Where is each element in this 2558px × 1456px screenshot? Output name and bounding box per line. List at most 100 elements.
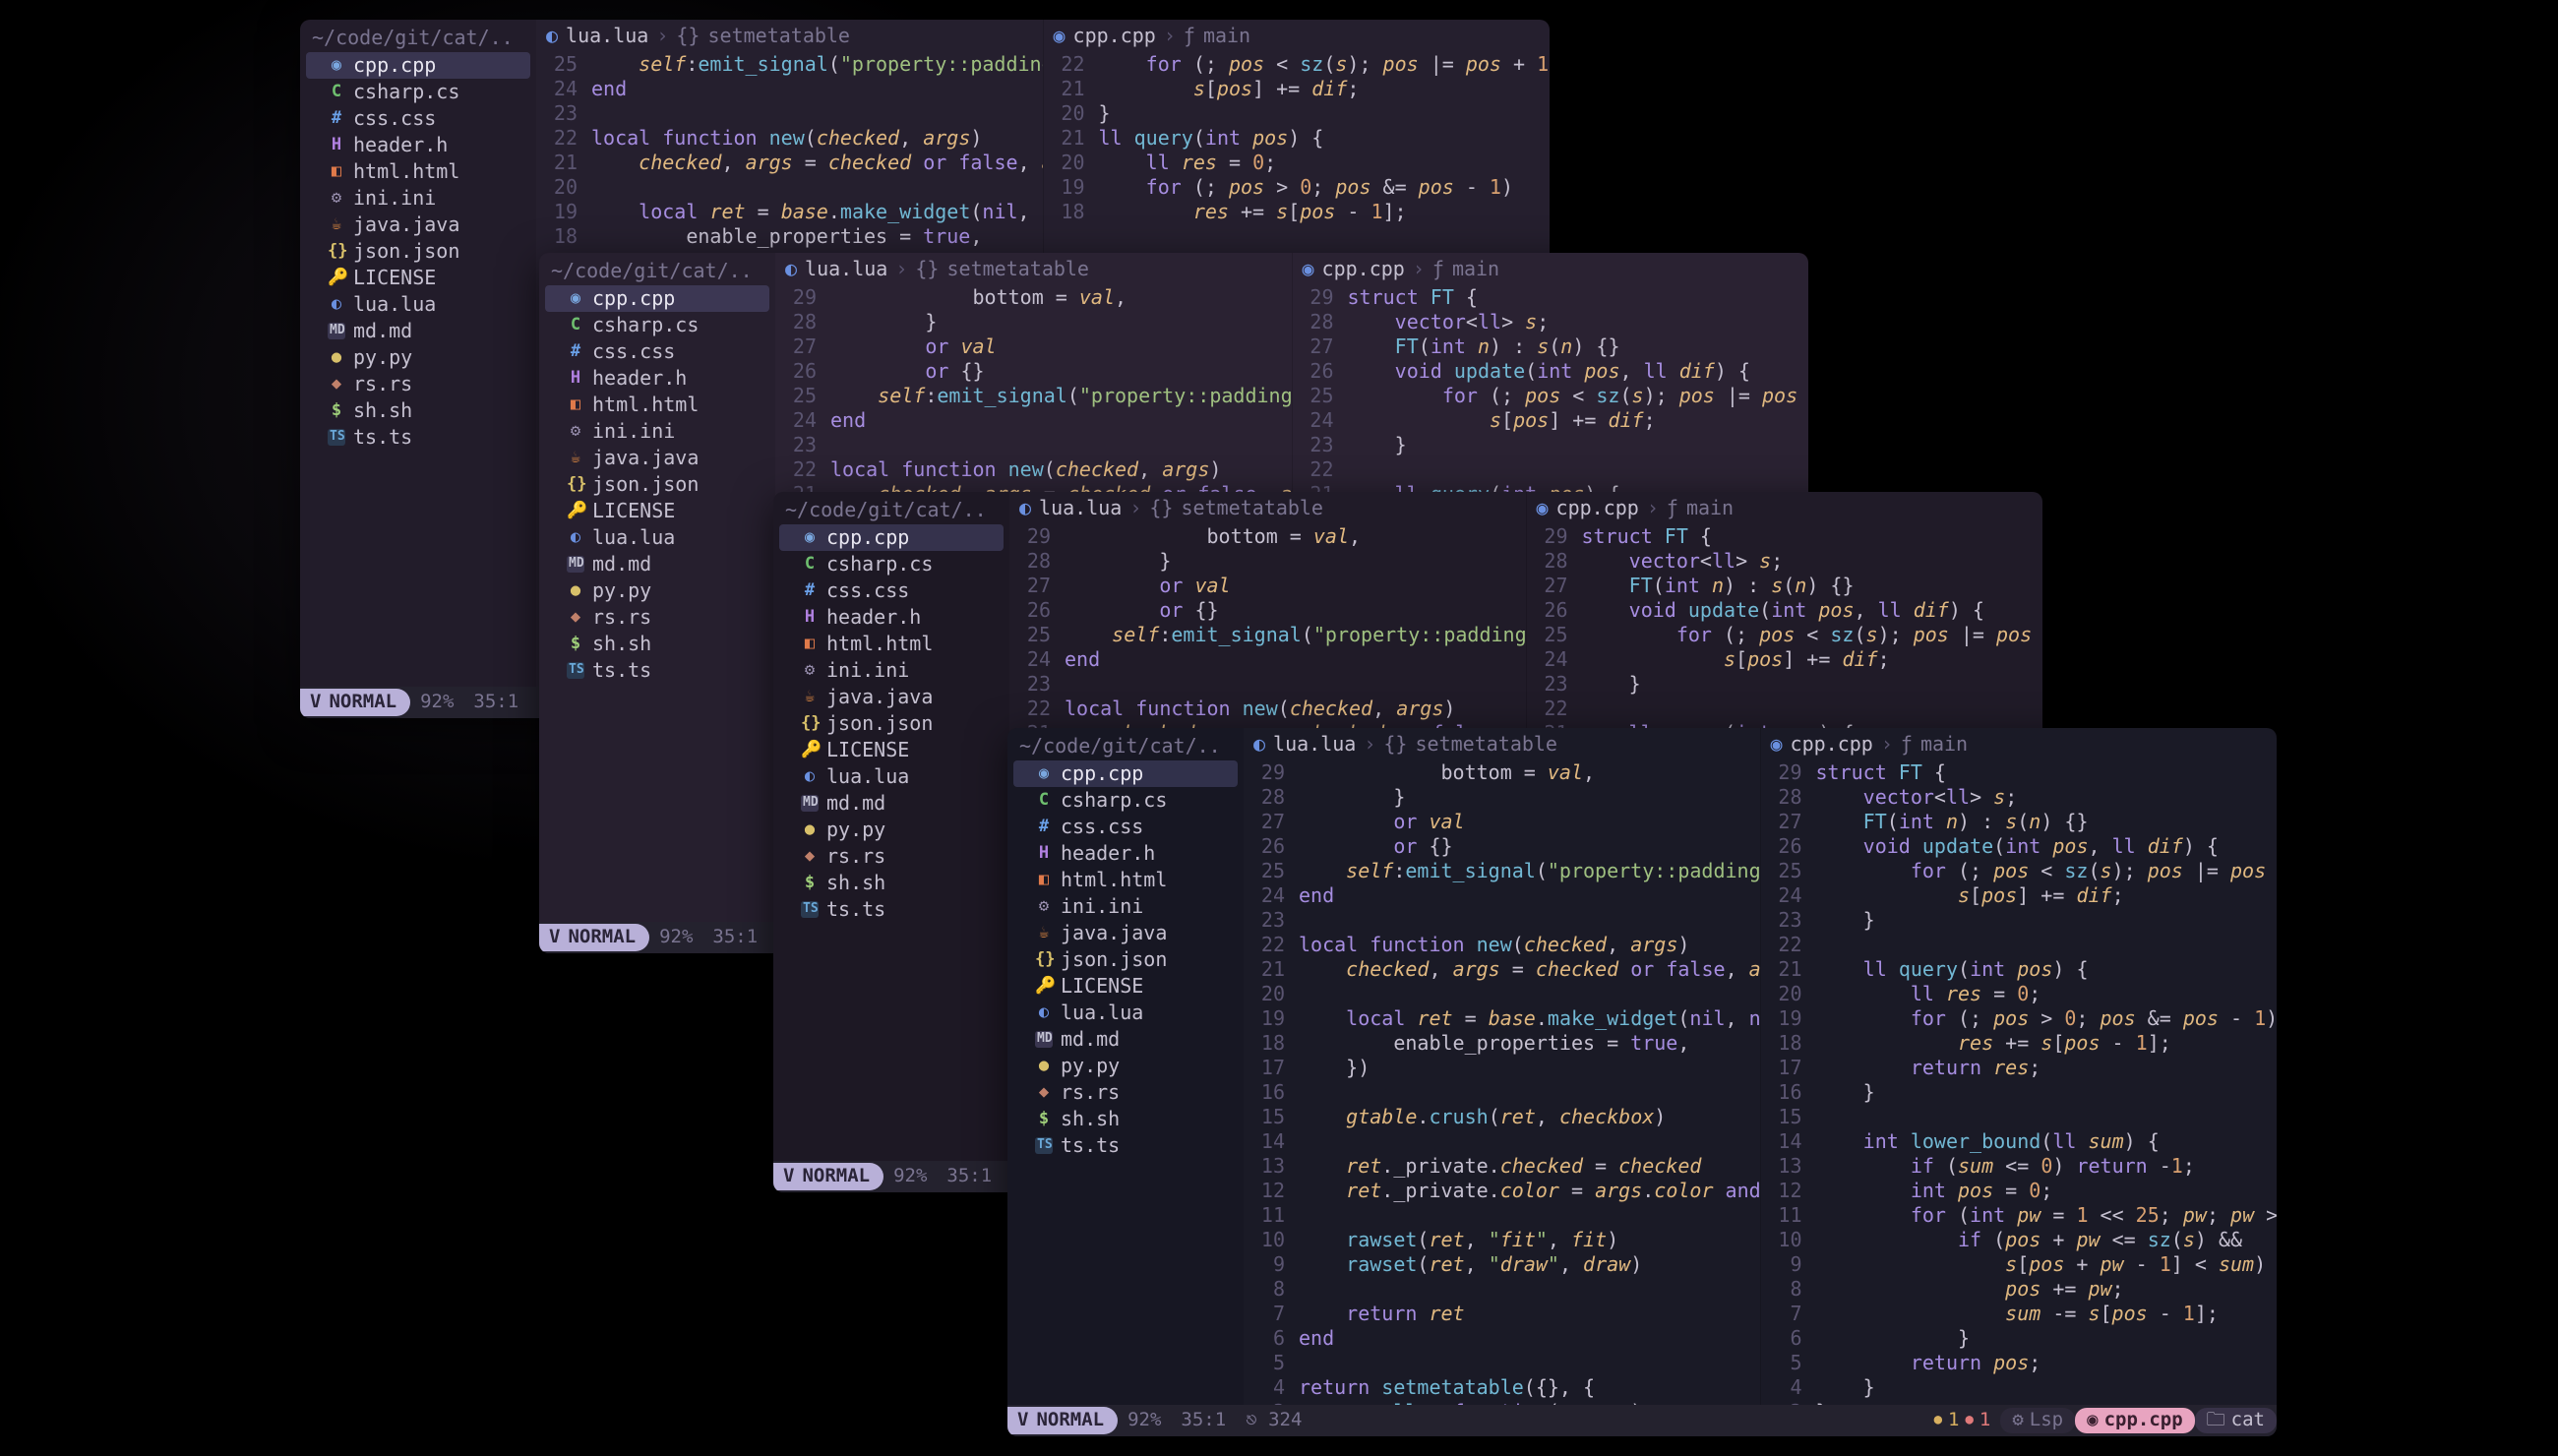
code-line[interactable]: 25 self:emit_signal("property::paddings"… <box>1009 623 1520 647</box>
file-header-h[interactable]: Hheader.h <box>1013 840 1238 867</box>
code-line[interactable]: 23 } <box>1761 908 2272 933</box>
code-line[interactable]: 27 FT(int n) : s(n) {} <box>1527 574 2038 598</box>
file-tree[interactable]: ~/code/git/cat/.. ◉cpp.cppCcsharp.cs#css… <box>539 253 775 922</box>
file-cpp-cpp[interactable]: ◉cpp.cpp <box>779 524 1004 551</box>
file-cpp-cpp[interactable]: ◉cpp.cpp <box>306 52 530 79</box>
code-line[interactable]: 21 s[pos] += dif; <box>1044 77 1545 101</box>
file-sh-sh[interactable]: $sh.sh <box>545 631 769 657</box>
code-line[interactable]: 20 ll res = 0; <box>1044 151 1545 175</box>
code-line[interactable]: 13 if (sum <= 0) return -1; <box>1761 1154 2272 1179</box>
code-line[interactable]: 24 s[pos] += dif; <box>1527 647 2038 672</box>
code-line[interactable]: 16 } <box>1761 1080 2272 1105</box>
code-line[interactable]: 8 <box>1244 1277 1754 1302</box>
code-line[interactable]: 22 <box>1761 933 2272 957</box>
file-css-css[interactable]: #css.css <box>545 338 769 365</box>
file-json-json[interactable]: {}json.json <box>779 710 1004 737</box>
code-line[interactable]: 12 int pos = 0; <box>1761 1179 2272 1203</box>
code-line[interactable]: 22local function new(checked, args) <box>775 457 1286 482</box>
file-tree[interactable]: ~/code/git/cat/.. ◉cpp.cppCcsharp.cs#css… <box>1007 728 1244 1405</box>
file-html-html[interactable]: ◧html.html <box>779 631 1004 657</box>
file-LICENSE[interactable]: 🔑LICENSE <box>545 498 769 524</box>
code-line[interactable]: 27 FT(int n) : s(n) {} <box>1761 810 2272 834</box>
code-line[interactable]: 19 for (; pos > 0; pos &= pos - 1) <box>1761 1006 2272 1031</box>
code-line[interactable]: 25 self:emit_signal("property::paddings"… <box>1244 859 1754 883</box>
code-line[interactable]: 26 void update(int pos, ll dif) { <box>1761 834 2272 859</box>
code-line[interactable]: 12 ret._private.color = args.color and c… <box>1244 1179 1754 1203</box>
file-LICENSE[interactable]: 🔑LICENSE <box>1013 973 1238 1000</box>
code-line[interactable]: 23 <box>1244 908 1754 933</box>
code-line[interactable]: 18 res += s[pos - 1]; <box>1044 200 1545 224</box>
code-line[interactable]: 21ll query(int pos) { <box>1044 126 1545 151</box>
code-line[interactable]: 4 } <box>1761 1375 2272 1400</box>
file-py-py[interactable]: ●py.py <box>779 817 1004 843</box>
code-line[interactable]: 25 self:emit_signal("property::paddings"… <box>536 52 1037 77</box>
file-sh-sh[interactable]: $sh.sh <box>779 870 1004 896</box>
tree-root[interactable]: ~/code/git/cat/.. <box>545 255 769 285</box>
code-line[interactable]: 18 res += s[pos - 1]; <box>1761 1031 2272 1056</box>
code-line[interactable]: 23 } <box>1293 433 1803 457</box>
code-line[interactable]: 29struct FT { <box>1293 285 1803 310</box>
file-rs-rs[interactable]: ◆rs.rs <box>779 843 1004 870</box>
code-line[interactable]: 27 or val <box>775 334 1286 359</box>
code-line[interactable]: 11 for (int pw = 1 << 25; pw; pw >>= 1) <box>1761 1203 2272 1228</box>
code-line[interactable]: 11 <box>1244 1203 1754 1228</box>
file-py-py[interactable]: ●py.py <box>545 577 769 604</box>
file-csharp-cs[interactable]: Ccsharp.cs <box>306 79 530 105</box>
code-line[interactable]: 19 for (; pos > 0; pos &= pos - 1) <box>1044 175 1545 200</box>
code-line[interactable]: 6 } <box>1761 1326 2272 1351</box>
code-line[interactable]: 27 or val <box>1244 810 1754 834</box>
code-line[interactable]: 10 rawset(ret, "fit", fit) <box>1244 1228 1754 1252</box>
code-line[interactable]: 29 bottom = val, <box>775 285 1286 310</box>
code-line[interactable]: 5 <box>1244 1351 1754 1375</box>
code-line[interactable]: 24end <box>1009 647 1520 672</box>
file-java-java[interactable]: ☕java.java <box>545 445 769 471</box>
code-line[interactable]: 10 if (pos + pw <= sz(s) && <box>1761 1228 2272 1252</box>
code-line[interactable]: 29struct FT { <box>1761 760 2272 785</box>
code-line[interactable]: 9 s[pos + pw - 1] < sum) { <box>1761 1252 2272 1277</box>
code-line[interactable]: 20} <box>1044 101 1545 126</box>
code-line[interactable]: 18 enable_properties = true, <box>1244 1031 1754 1056</box>
file-java-java[interactable]: ☕java.java <box>1013 920 1238 946</box>
code-line[interactable]: 25 for (; pos < sz(s); pos |= pos + 1) <box>1761 859 2272 883</box>
file-html-html[interactable]: ◧html.html <box>1013 867 1238 893</box>
code-line[interactable]: 20 ll res = 0; <box>1761 982 2272 1006</box>
file-LICENSE[interactable]: 🔑LICENSE <box>779 737 1004 763</box>
code-line[interactable]: 28 } <box>1244 785 1754 810</box>
file-md-md[interactable]: MDmd.md <box>1013 1026 1238 1053</box>
code-line[interactable]: 24end <box>775 408 1286 433</box>
code-line[interactable]: 29struct FT { <box>1527 524 2038 549</box>
code-line[interactable]: 22 <box>1527 697 2038 721</box>
file-css-css[interactable]: #css.css <box>306 105 530 132</box>
code-line[interactable]: 26 or {} <box>775 359 1286 384</box>
file-sh-sh[interactable]: $sh.sh <box>306 397 530 424</box>
code-line[interactable]: 18 enable_properties = true, <box>536 224 1037 249</box>
file-rs-rs[interactable]: ◆rs.rs <box>545 604 769 631</box>
file-ini-ini[interactable]: ⚙ini.ini <box>1013 893 1238 920</box>
file-css-css[interactable]: #css.css <box>779 577 1004 604</box>
code-line[interactable]: 14 int lower_bound(ll sum) { <box>1761 1129 2272 1154</box>
code-line[interactable]: 24 s[pos] += dif; <box>1761 883 2272 908</box>
file-css-css[interactable]: #css.css <box>1013 814 1238 840</box>
code-line[interactable]: 28 vector<ll> s; <box>1761 785 2272 810</box>
code-line[interactable]: 21 ll query(int pos) { <box>1761 957 2272 982</box>
file-rs-rs[interactable]: ◆rs.rs <box>1013 1079 1238 1106</box>
code-line[interactable]: 24end <box>1244 883 1754 908</box>
file-json-json[interactable]: {}json.json <box>545 471 769 498</box>
file-lua-lua[interactable]: ◐lua.lua <box>306 291 530 318</box>
file-lua-lua[interactable]: ◐lua.lua <box>545 524 769 551</box>
file-ini-ini[interactable]: ⚙ini.ini <box>779 657 1004 684</box>
code-line[interactable]: 17 }) <box>1244 1056 1754 1080</box>
code-line[interactable]: 25 for (; pos < sz(s); pos |= pos + 1) <box>1293 384 1803 408</box>
file-header-h[interactable]: Hheader.h <box>306 132 530 158</box>
code-line[interactable]: 22 <box>1293 457 1803 482</box>
file-java-java[interactable]: ☕java.java <box>779 684 1004 710</box>
code-line[interactable]: 5 return pos; <box>1761 1351 2272 1375</box>
file-sh-sh[interactable]: $sh.sh <box>1013 1106 1238 1132</box>
code-line[interactable]: 14 <box>1244 1129 1754 1154</box>
file-ts-ts[interactable]: TSts.ts <box>306 424 530 451</box>
file-LICENSE[interactable]: 🔑LICENSE <box>306 265 530 291</box>
file-header-h[interactable]: Hheader.h <box>545 365 769 392</box>
file-md-md[interactable]: MDmd.md <box>545 551 769 577</box>
file-csharp-cs[interactable]: Ccsharp.cs <box>779 551 1004 577</box>
file-ts-ts[interactable]: TSts.ts <box>779 896 1004 923</box>
